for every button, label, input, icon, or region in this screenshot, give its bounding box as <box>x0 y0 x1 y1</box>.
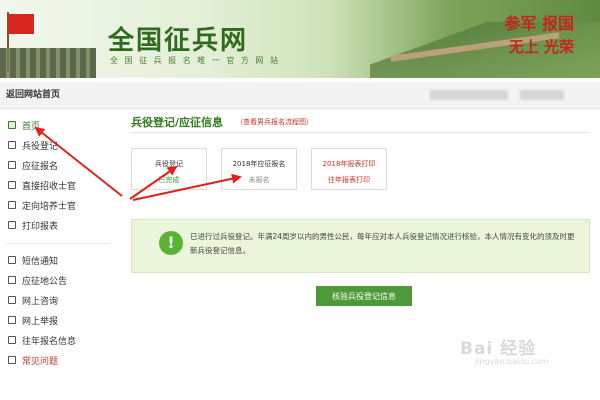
step-status: 已完成 <box>158 176 180 184</box>
step-title: 2018年应征报名 <box>232 160 286 168</box>
sidebar-divider <box>6 237 110 244</box>
header-banner: 全国征兵网 全 国 征 兵 报 名 唯 一 官 方 网 站 参军 报国 无上 光… <box>0 0 600 78</box>
sidebar-item-announcement[interactable]: 应征地公告 <box>0 270 116 290</box>
sidebar-item-history[interactable]: 往年报名信息 <box>0 330 116 350</box>
step-status[interactable]: 往年报表打印 <box>312 175 386 185</box>
sidebar-item-registration[interactable]: 兵役登记 <box>0 135 116 155</box>
sidebar-item-label: 往年报名信息 <box>22 336 77 347</box>
sidebar-item-label: 打印报表 <box>22 221 59 232</box>
step-title: 兵役登记 <box>155 160 183 168</box>
sidebar-item-directed-nco[interactable]: 定向培养士官 <box>0 195 116 215</box>
list-icon <box>8 181 16 189</box>
step-card-enlist[interactable]: 2018年应征报名 未报名 <box>221 148 297 190</box>
verify-registration-button[interactable]: 核验兵役登记信息 <box>316 286 412 306</box>
redacted-user-info <box>430 90 508 100</box>
document-icon <box>8 141 16 149</box>
notice-text: 已进行过兵役登记。年满24周岁以内的男性公民，每年应对本人兵役登记情况进行核验，… <box>190 232 575 255</box>
question-icon <box>8 356 16 364</box>
step-card-print[interactable]: 2018年报表打印 往年报表打印 <box>311 148 387 190</box>
sidebar-item-print[interactable]: 打印报表 <box>0 215 116 235</box>
watermark-url: jingyan.baidu.com <box>475 357 549 366</box>
page-title: 兵役登记/应征信息 <box>131 116 224 129</box>
watermark-logo: Bai 经验 <box>460 339 537 359</box>
top-bar <box>116 82 600 109</box>
home-icon <box>8 121 16 129</box>
sidebar-item-label: 定向培养士官 <box>22 201 77 212</box>
exclamation-icon: ! <box>159 231 183 255</box>
sidebar-item-sms[interactable]: 短信通知 <box>0 250 116 270</box>
site-subtitle: 全 国 征 兵 报 名 唯 一 官 方 网 站 <box>110 56 280 65</box>
sidebar-item-label: 短信通知 <box>22 256 59 267</box>
slogan-line1: 参军 报国 <box>504 14 574 33</box>
sidebar-back-home[interactable]: 返回网站首页 <box>0 82 116 109</box>
flowchart-link[interactable]: （查看男兵报名流程图） <box>236 117 313 127</box>
sidebar-item-faq[interactable]: 常见问题 <box>0 350 116 370</box>
step-title[interactable]: 2018年报表打印 <box>312 159 386 169</box>
redacted-user-info <box>520 90 564 100</box>
sidebar-item-enlist[interactable]: 应征报名 <box>0 155 116 175</box>
chat-icon <box>8 296 16 304</box>
step-card-registration[interactable]: 兵役登记 已完成 <box>131 148 207 190</box>
sidebar-item-label: 网上咨询 <box>22 296 59 307</box>
form-icon <box>8 161 16 169</box>
report-icon <box>8 316 16 324</box>
sidebar-item-label: 应征报名 <box>22 161 59 172</box>
sidebar-item-report[interactable]: 网上举报 <box>0 310 116 330</box>
print-icon <box>8 221 16 229</box>
slogan-line2: 无上 光荣 <box>508 38 574 56</box>
announcement-icon <box>8 276 16 284</box>
history-icon <box>8 336 16 344</box>
sidebar-item-home[interactable]: 首页 <box>0 115 116 135</box>
sidebar-item-label: 应征地公告 <box>22 276 68 287</box>
sidebar-item-label: 直接招收士官 <box>22 181 77 192</box>
slogan: 参军 报国 无上 光荣 <box>504 10 574 57</box>
site-title[interactable]: 全国征兵网 <box>108 20 248 57</box>
sidebar-item-label: 首页 <box>22 121 41 132</box>
sidebar-item-consult[interactable]: 网上咨询 <box>0 290 116 310</box>
list-icon <box>8 201 16 209</box>
sidebar-item-label: 常见问题 <box>22 356 59 367</box>
soldiers-image <box>0 48 96 78</box>
notice-box: ! 已进行过兵役登记。年满24周岁以内的男性公民，每年应对本人兵役登记情况进行核… <box>131 219 590 273</box>
step-status: 未报名 <box>248 176 270 184</box>
title-divider <box>131 132 590 133</box>
flag-icon <box>8 14 34 34</box>
sidebar-item-label: 网上举报 <box>22 316 59 327</box>
sidebar-item-direct-nco[interactable]: 直接招收士官 <box>0 175 116 195</box>
sidebar-item-label: 兵役登记 <box>22 141 59 152</box>
message-icon <box>8 256 16 264</box>
sidebar: 返回网站首页 首页 兵役登记 应征报名 直接招收士官 定向培养士官 打印报表 短… <box>0 82 116 400</box>
